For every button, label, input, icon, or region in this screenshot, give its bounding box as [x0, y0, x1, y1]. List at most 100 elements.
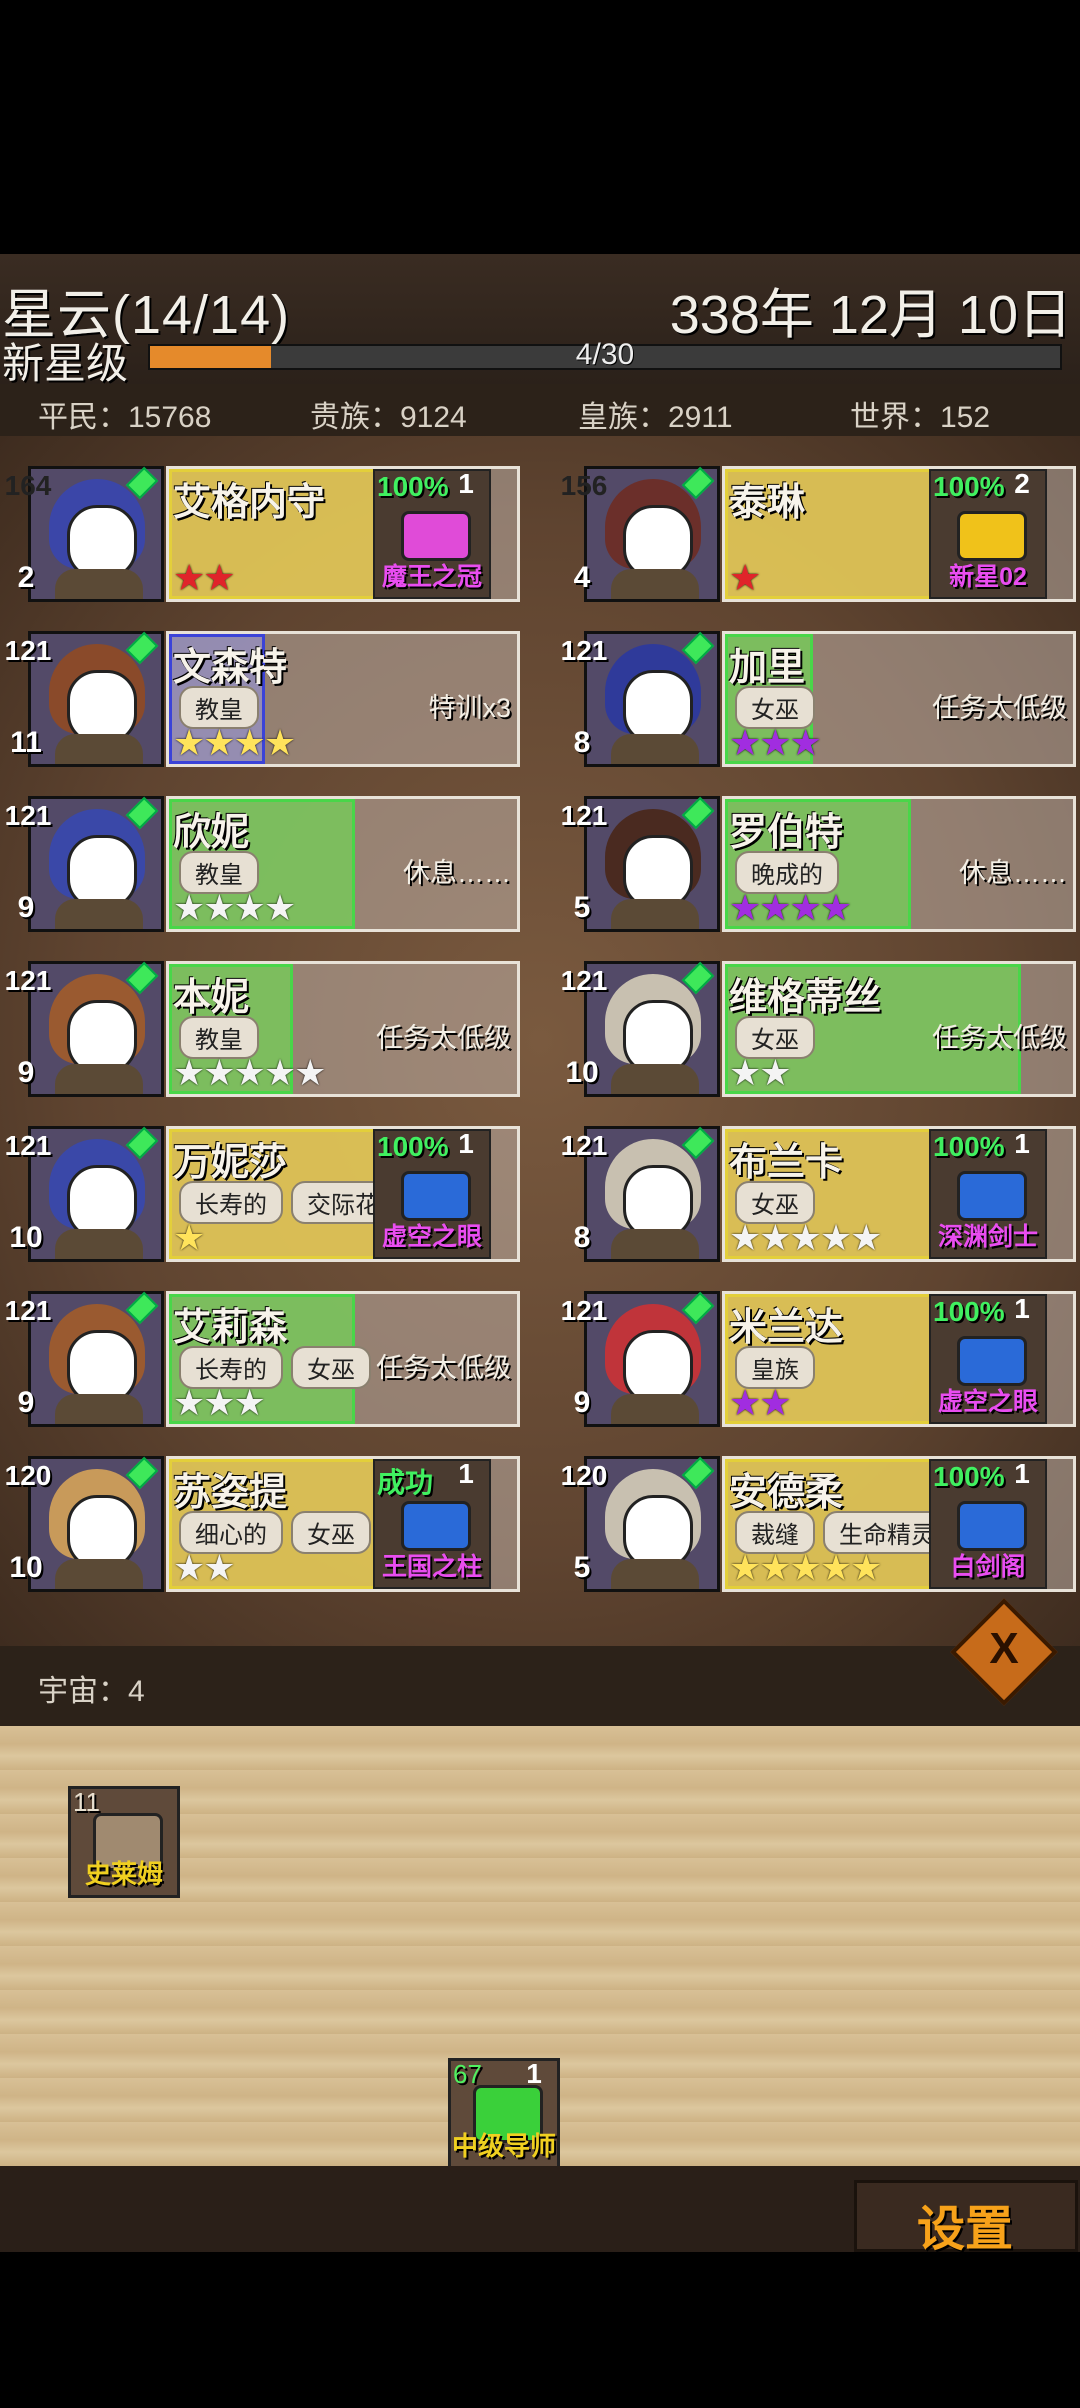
- avatar-body: [611, 899, 699, 929]
- scroll-icon: [957, 511, 1027, 561]
- character-card[interactable]: 本妮 教皇 ★★★★★ 任务太低级 121 9: [0, 961, 520, 1101]
- character-panel: 本妮 教皇 ★★★★★ 任务太低级: [166, 961, 520, 1097]
- avatar-face: [623, 1495, 693, 1569]
- star-rating: ★★: [729, 1382, 792, 1423]
- heart-count: 5: [554, 1540, 610, 1596]
- level-badge: 121: [552, 784, 616, 848]
- avatar-face: [67, 835, 137, 909]
- character-panel: 加里 女巫 ★★★ 任务太低级: [722, 631, 1076, 767]
- equipped-item[interactable]: 成功 王国之柱 1: [373, 1458, 491, 1589]
- equipped-item[interactable]: 100% 虚空之眼 1: [373, 1128, 491, 1259]
- item-count-badge: 1: [995, 1117, 1049, 1171]
- character-card[interactable]: 文森特 教皇 ★★★★ 特训x3 121 11: [0, 631, 520, 771]
- character-panel: 欣妮 教皇 ★★★★ 休息……: [166, 796, 520, 932]
- character-panel: 泰琳 ★ 100% 新星02 2: [722, 466, 1076, 602]
- trait-tag: 女巫: [291, 1346, 371, 1389]
- item-label: 王国之柱: [381, 1553, 482, 1581]
- level-badge: 156: [552, 454, 616, 518]
- close-button[interactable]: X: [950, 1598, 1058, 1706]
- character-card[interactable]: 安德柔 裁缝生命精灵 ★★★★★ 100% 白剑阁 1 120 5: [556, 1456, 1076, 1596]
- character-panel: 米兰达 皇族 ★★ 100% 虚空之眼 1: [722, 1291, 1076, 1427]
- character-status: 休息……: [403, 858, 511, 888]
- character-card[interactable]: 米兰达 皇族 ★★ 100% 虚空之眼 1 121 9: [556, 1291, 1076, 1431]
- heart-count: 10: [0, 1540, 54, 1596]
- star-rating: ★★★★★: [729, 1217, 882, 1258]
- star-rating: ★★★★: [729, 887, 852, 928]
- item-count-badge: 1: [439, 1117, 493, 1171]
- star-rating: ★★★: [173, 1382, 266, 1423]
- heart-count: 10: [554, 1045, 610, 1101]
- rank-label: 新星级: [2, 340, 129, 387]
- character-panel: 文森特 教皇 ★★★★ 特训x3: [166, 631, 520, 767]
- floor-item-mentor[interactable]: 67 中级导师 1: [448, 2058, 560, 2170]
- item-progress: 100%: [377, 1131, 449, 1162]
- item-label: 白剑阁: [950, 1553, 1026, 1581]
- star-rating: ★★★★★: [173, 1052, 326, 1093]
- equipped-item[interactable]: 100% 虚空之眼 1: [929, 1293, 1047, 1424]
- floor-item-slime[interactable]: 11 史莱姆: [68, 1786, 180, 1898]
- character-card[interactable]: 维格蒂丝 女巫 ★★ 任务太低级 121 10: [556, 961, 1076, 1101]
- item-label: 虚空之眼: [937, 1388, 1038, 1416]
- floor-area: 11 史莱姆 67 中级导师 1: [0, 1726, 1080, 2170]
- character-name: 文森特: [173, 647, 288, 689]
- character-card[interactable]: 艾莉森 长寿的女巫 ★★★ 任务太低级 121 9: [0, 1291, 520, 1431]
- character-panel: 艾莉森 长寿的 女巫 ★★★ 任务太低级: [166, 1291, 520, 1427]
- stat-royals: 皇族：2911: [578, 401, 733, 434]
- character-card[interactable]: 万妮莎 长寿的交际花 ★ 100% 虚空之眼 1 121 10: [0, 1126, 520, 1266]
- item-progress: 100%: [933, 1461, 1005, 1492]
- character-card[interactable]: 欣妮 教皇 ★★★★ 休息…… 121 9: [0, 796, 520, 936]
- game-screen: 星云(14/14) 338年 12月 10日 新星级 4/30 平民：15768…: [0, 254, 1080, 2252]
- avatar-body: [55, 734, 143, 764]
- level-badge: 120: [0, 1444, 60, 1508]
- heart-count: 9: [554, 1375, 610, 1431]
- character-card[interactable]: 艾格内守 ★★ 100% 魔王之冠 1 164 2: [0, 466, 520, 606]
- item-progress: 100%: [377, 471, 449, 502]
- star-rating: ★★★★: [173, 887, 296, 928]
- settings-button[interactable]: 设置: [854, 2180, 1078, 2252]
- heart-count: 9: [0, 1375, 54, 1431]
- character-name: 苏姿提: [173, 1472, 288, 1514]
- level-badge: 121: [0, 1279, 60, 1343]
- avatar-face: [623, 505, 693, 579]
- equipped-item[interactable]: 100% 魔王之冠 1: [373, 468, 491, 599]
- equipped-item[interactable]: 100% 白剑阁 1: [929, 1458, 1047, 1589]
- star-rating: ★: [173, 1217, 205, 1258]
- character-status: 休息……: [959, 858, 1067, 888]
- character-board: 艾格内守 ★★ 100% 魔王之冠 1 164 2 泰琳 ★ 100%: [0, 436, 1080, 1646]
- item-count-badge: 1: [995, 1447, 1049, 1501]
- item-label: 新星02: [949, 563, 1027, 591]
- character-card[interactable]: 泰琳 ★ 100% 新星02 2 156 4: [556, 466, 1076, 606]
- trait-tags: 长寿的 交际花: [179, 1181, 395, 1224]
- equipped-item[interactable]: 100% 深渊剑士 1: [929, 1128, 1047, 1259]
- item-progress: 成功: [377, 1467, 434, 1498]
- character-card[interactable]: 苏姿提 细心的女巫 ★★ 成功 王国之柱 1 120 10: [0, 1456, 520, 1596]
- avatar-face: [623, 835, 693, 909]
- close-icon: X: [989, 1624, 1019, 1673]
- character-card[interactable]: 罗伯特 晚成的 ★★★★ 休息…… 121 5: [556, 796, 1076, 936]
- equipped-item[interactable]: 100% 新星02 2: [929, 468, 1047, 599]
- floor-item-count: 67: [453, 2059, 482, 2089]
- rank-progress-text: 4/30: [575, 338, 635, 371]
- character-card[interactable]: 布兰卡 女巫 ★★★★★ 100% 深渊剑士 1 121 8: [556, 1126, 1076, 1266]
- item-progress: 100%: [933, 1296, 1005, 1327]
- scroll-icon: [957, 1501, 1027, 1551]
- level-badge: 121: [552, 1114, 616, 1178]
- character-name: 安德柔: [729, 1472, 844, 1514]
- avatar-body: [611, 1229, 699, 1259]
- avatar-face: [67, 1330, 137, 1404]
- star-rating: ★★: [729, 1052, 792, 1093]
- star-rating: ★★★★: [173, 722, 296, 763]
- item-label: 魔王之冠: [381, 563, 482, 591]
- population-stats: 平民：15768 贵族：9124 皇族：2911 世界：152: [0, 384, 1080, 436]
- avatar-body: [611, 1394, 699, 1424]
- star-rating: ★★: [173, 557, 236, 598]
- floor-item-count: 11: [73, 1787, 100, 1817]
- level-badge: 120: [552, 1444, 616, 1508]
- star-rating: ★★★★★: [729, 1547, 882, 1588]
- avatar-body: [55, 899, 143, 929]
- item-count-badge: 2: [995, 457, 1049, 511]
- star-rating: ★: [729, 557, 761, 598]
- stat-commoners: 平民：15768: [38, 401, 212, 434]
- character-card[interactable]: 加里 女巫 ★★★ 任务太低级 121 8: [556, 631, 1076, 771]
- avatar-face: [67, 505, 137, 579]
